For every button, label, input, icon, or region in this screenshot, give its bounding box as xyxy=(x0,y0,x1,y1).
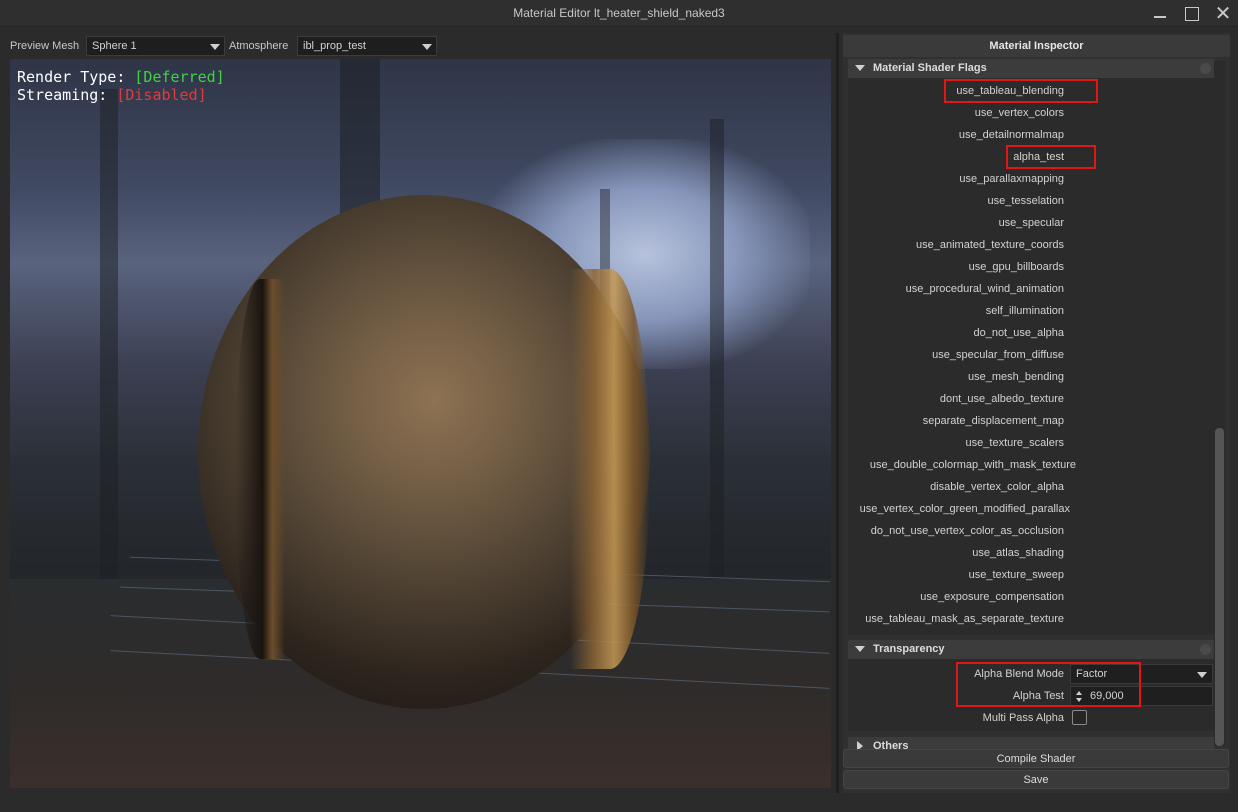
shader-flag-label: use_vertex_color_green_modified_parallax xyxy=(859,503,1070,515)
shader-flag-row: use_tesselation xyxy=(848,191,1064,213)
section-transparency[interactable]: Transparency xyxy=(848,640,1215,659)
shader-flag-row: dont_use_albedo_texture xyxy=(848,389,1064,411)
shader-flag-row: use_specular xyxy=(848,213,1064,235)
sphere-seam xyxy=(235,279,285,659)
atmosphere-value: ibl_prop_test xyxy=(303,40,366,52)
close-icon[interactable]: ✕ xyxy=(1210,3,1236,25)
multi-pass-alpha-checkbox[interactable] xyxy=(1072,710,1087,725)
shader-flag-label: use_procedural_wind_animation xyxy=(905,283,1064,295)
multi-pass-alpha-label: Multi Pass Alpha xyxy=(982,712,1064,724)
shader-flag-label: use_mesh_bending xyxy=(967,371,1064,383)
section-title: Others xyxy=(873,740,909,749)
shader-flag-label: use_exposure_compensation xyxy=(920,591,1064,603)
shader-flag-row: use_texture_sweep xyxy=(848,565,1064,587)
shader-flag-row: use_specular_from_diffuse xyxy=(848,345,1064,367)
tree-trunk xyxy=(710,119,724,599)
section-title: Transparency xyxy=(873,643,945,655)
scrollbar-thumb[interactable] xyxy=(1215,428,1224,746)
shader-flag-row: separate_displacement_map xyxy=(848,411,1064,433)
shader-flag-row: use_parallaxmapping xyxy=(848,169,1064,191)
shader-flag-label: use_tesselation xyxy=(987,195,1064,207)
shader-flag-label: disable_vertex_color_alpha xyxy=(930,481,1064,493)
streaming-value: [Disabled] xyxy=(116,86,207,104)
shader-flag-row: use_tableau_mask_as_separate_texture xyxy=(848,609,1064,631)
shader-flag-row: use_vertex_color_green_modified_parallax xyxy=(848,499,1070,521)
streaming-label: Streaming: xyxy=(17,86,117,104)
save-button[interactable]: Save xyxy=(843,770,1229,789)
multi-pass-alpha-checkbox-wrap xyxy=(1072,707,1092,729)
streaming-text: Streaming: [Disabled] xyxy=(17,86,207,104)
preview-toolbar: Preview Mesh Sphere 1 Atmosphere ibl_pro… xyxy=(0,33,836,57)
shader-flag-label: dont_use_albedo_texture xyxy=(939,393,1064,405)
section-knob-icon xyxy=(1200,63,1211,74)
expand-triangle-icon xyxy=(857,741,863,749)
sphere-seam xyxy=(570,269,650,669)
shader-flag-label: use_animated_texture_coords xyxy=(916,239,1064,251)
highlight-box xyxy=(956,662,1141,707)
shader-flag-label: use_gpu_billboards xyxy=(968,261,1064,273)
shader-flag-row: use_atlas_shading xyxy=(848,543,1064,565)
render-type-text: Render Type: [Deferred] xyxy=(17,68,225,86)
highlight-box xyxy=(1006,145,1096,169)
inspector-title: Material Inspector xyxy=(843,35,1230,57)
shader-flag-row: use_texture_scalers xyxy=(848,433,1064,455)
shader-flag-label: use_double_colormap_with_mask_texture xyxy=(869,459,1076,471)
title-bar: Material Editor lt_heater_shield_naked3 … xyxy=(0,0,1238,27)
shader-flag-label: use_parallaxmapping xyxy=(959,173,1064,185)
shader-flag-row: use_exposure_compensation xyxy=(848,587,1064,609)
section-others[interactable]: Others xyxy=(848,737,1215,749)
shader-flag-row: do_not_use_vertex_color_as_occlusion xyxy=(848,521,1064,543)
shader-flag-row: use_animated_texture_coords xyxy=(848,235,1064,257)
shader-flag-label: use_specular_from_diffuse xyxy=(932,349,1064,361)
shader-flag-label: use_specular xyxy=(998,217,1064,229)
render-type-label: Render Type: xyxy=(17,68,135,86)
chevron-down-icon xyxy=(422,44,432,50)
section-title: Material Shader Flags xyxy=(873,62,987,74)
render-type-value: [Deferred] xyxy=(134,68,225,86)
shader-flag-label: separate_displacement_map xyxy=(922,415,1064,427)
shader-flag-row: disable_vertex_color_alpha xyxy=(848,477,1064,499)
splitter-handle[interactable] xyxy=(836,33,839,793)
atmosphere-label: Atmosphere xyxy=(229,40,289,52)
compile-shader-button[interactable]: Compile Shader xyxy=(843,749,1229,768)
chevron-down-icon xyxy=(1197,672,1207,678)
maximize-icon[interactable] xyxy=(1178,3,1204,25)
collapse-triangle-icon xyxy=(855,65,865,71)
shader-flag-row: use_gpu_billboards xyxy=(848,257,1064,279)
shader-flag-label: use_vertex_colors xyxy=(974,107,1064,119)
highlight-box xyxy=(944,79,1098,103)
shader-flag-row: use_procedural_wind_animation xyxy=(848,279,1064,301)
window-title: Material Editor lt_heater_shield_naked3 xyxy=(513,6,725,20)
shader-flag-label: use_tableau_mask_as_separate_texture xyxy=(865,613,1064,625)
shader-flag-row: do_not_use_alpha xyxy=(848,323,1064,345)
shader-flag-row: use_detailnormalmap xyxy=(848,125,1064,147)
shader-flag-label: use_texture_scalers xyxy=(965,437,1064,449)
preview-mesh-value: Sphere 1 xyxy=(92,40,137,52)
shader-flag-label: do_not_use_vertex_color_as_occlusion xyxy=(870,525,1064,537)
material-inspector: Material Inspector Material Shader Flags… xyxy=(843,33,1230,793)
atmosphere-dropdown[interactable]: ibl_prop_test xyxy=(297,36,437,56)
preview-mesh-dropdown[interactable]: Sphere 1 xyxy=(86,36,225,56)
section-knob-icon xyxy=(1200,644,1211,655)
shader-flags-panel: use_tableau_blending use_vertex_colors use… xyxy=(848,78,1215,635)
tree-trunk xyxy=(100,89,118,609)
preview-viewport[interactable]: Render Type: [Deferred] Streaming: [Disa… xyxy=(10,59,831,788)
shader-flag-row: use_mesh_bending xyxy=(848,367,1064,389)
shader-flag-label: use_texture_sweep xyxy=(968,569,1064,581)
shader-flag-label: use_detailnormalmap xyxy=(958,129,1064,141)
shader-flag-label: self_illumination xyxy=(985,305,1064,317)
collapse-triangle-icon xyxy=(855,646,865,652)
multi-pass-alpha-row: Multi Pass Alpha xyxy=(848,708,1064,728)
minimize-icon[interactable] xyxy=(1147,3,1173,25)
shader-flag-row: use_vertex_colors xyxy=(848,103,1064,125)
shader-flag-label: do_not_use_alpha xyxy=(973,327,1064,339)
shader-flag-label: use_atlas_shading xyxy=(972,547,1064,559)
preview-mesh-label: Preview Mesh xyxy=(10,40,80,52)
chevron-down-icon xyxy=(210,44,220,50)
section-shader-flags[interactable]: Material Shader Flags xyxy=(848,59,1215,78)
shader-flag-row: self_illumination xyxy=(848,301,1064,323)
shader-flag-row: use_double_colormap_with_mask_texture xyxy=(848,455,1076,477)
